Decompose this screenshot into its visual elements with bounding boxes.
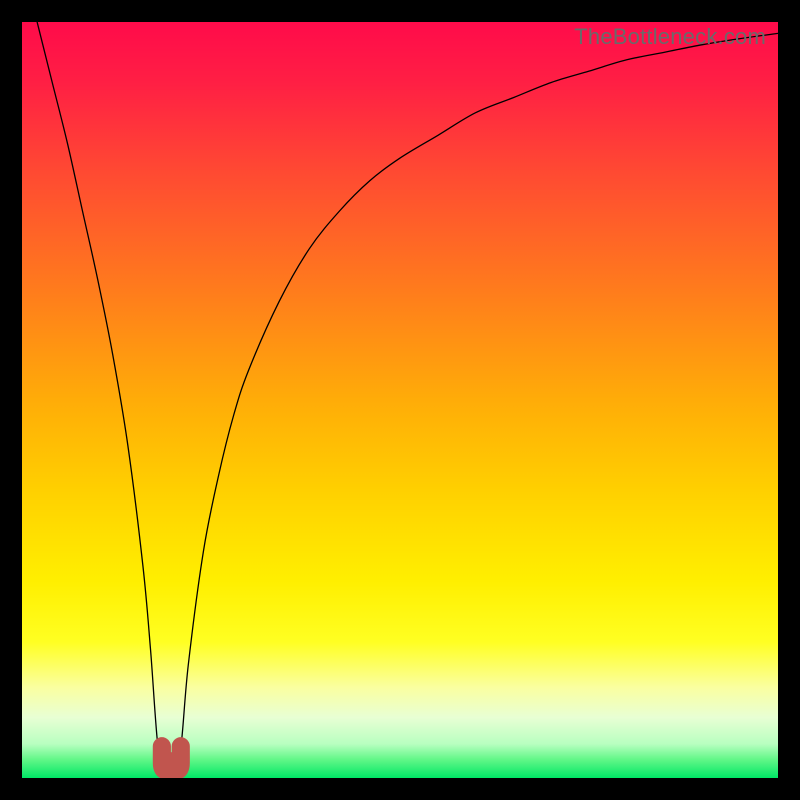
- outer-frame: TheBottleneck.com: [0, 0, 800, 800]
- tip-marker: [162, 746, 181, 770]
- plot-area: TheBottleneck.com: [22, 22, 778, 778]
- watermark-text: TheBottleneck.com: [574, 24, 766, 50]
- chart-svg: [22, 22, 778, 778]
- bottleneck-curve: [22, 22, 778, 773]
